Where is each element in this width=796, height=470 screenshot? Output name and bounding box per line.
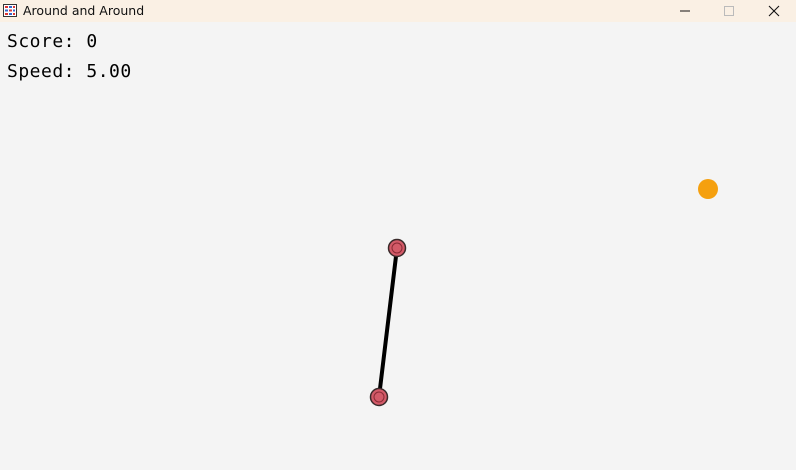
game-window: Around and Around Score: 0 Speed: 5.00 — [0, 0, 796, 470]
rotating-rod — [377, 246, 399, 399]
bottom-pivot-ball — [369, 387, 389, 407]
game-canvas[interactable]: Score: 0 Speed: 5.00 — [0, 22, 796, 470]
target-orb — [698, 179, 718, 199]
close-button[interactable] — [751, 0, 796, 22]
game-scene — [369, 179, 718, 407]
window-title: Around and Around — [23, 3, 145, 18]
maximize-icon — [724, 6, 734, 16]
close-icon — [768, 5, 780, 17]
app-grid-icon — [3, 4, 17, 17]
top-pivot-ball — [387, 238, 407, 258]
maximize-button[interactable] — [706, 0, 752, 22]
minimize-button[interactable] — [662, 0, 708, 22]
minimize-icon — [680, 10, 690, 12]
title-bar[interactable]: Around and Around — [0, 0, 796, 22]
